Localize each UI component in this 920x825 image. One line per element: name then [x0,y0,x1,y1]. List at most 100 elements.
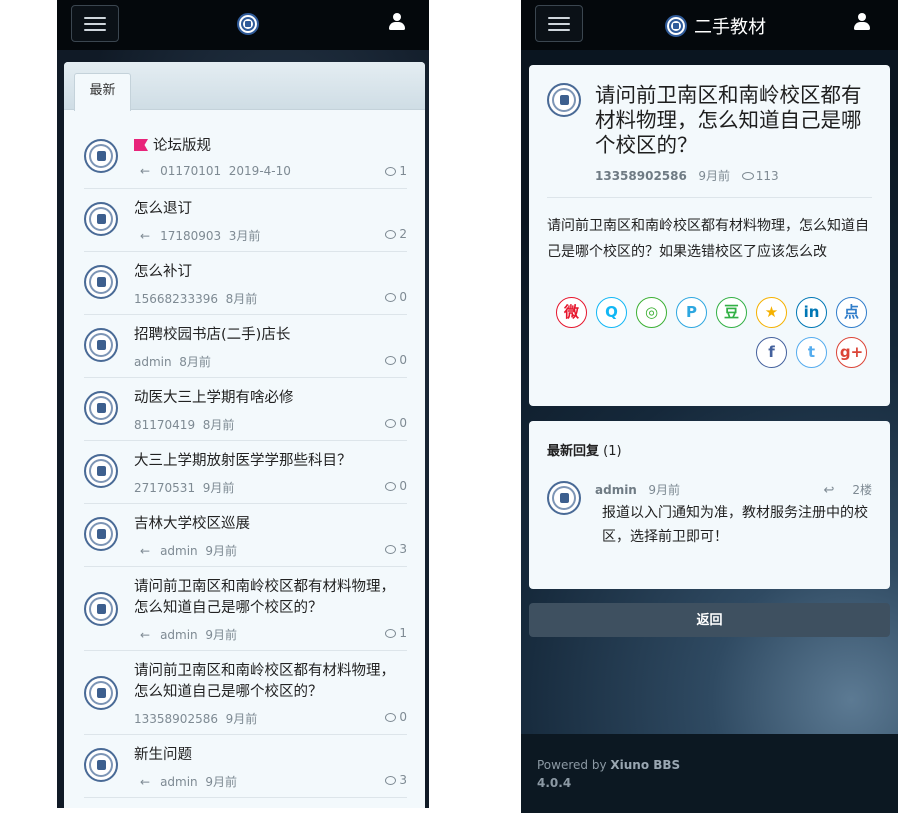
thread-row[interactable]: 请问前卫南区和南岭校区都有材料物理，怎么知道自己是哪个校区的？ 133589025… [84,651,407,735]
back-button[interactable]: 返回 [529,603,890,637]
thread-title-text: 大三上学期放射医学学那些科目？ [134,453,352,469]
thread-row[interactable]: 请问前卫南区和南岭校区都有材料物理，怎么知道自己是哪个校区的？ ← admin 9月… [84,567,407,651]
site-logo[interactable] [665,15,687,37]
author-avatar[interactable] [84,265,118,299]
thread-time: 8月前 [202,418,235,432]
thread-meta: admin 8月前 [134,353,211,370]
thread-meta: ← 01170101 2019-4-10 [134,164,291,178]
thread-title[interactable]: 新生问题 [134,745,405,766]
thread-row[interactable]: 论坛版规 ← 01170101 2019-4-10 1 [84,126,407,189]
reply-count: 3 [385,542,407,556]
thread-title[interactable]: 请问前卫南区和南岭校区都有材料物理，怎么知道自己是哪个校区的？ [134,577,405,619]
thread-title-text: 论坛版规 [153,138,211,154]
thread-title[interactable]: 怎么补订 [134,262,405,283]
reply-count-value: 0 [399,290,407,304]
google-plus-icon[interactable]: g+ [836,337,867,368]
reply-count: 3 [385,773,407,787]
wechat-icon[interactable]: ◎ [636,297,667,328]
author-avatar[interactable] [84,391,118,425]
reply-author[interactable]: admin [595,483,637,497]
tab-latest[interactable]: 最新 [74,73,131,111]
thread-row[interactable]: 动医大三上学期有啥必修 81170419 8月前 0 [84,378,407,441]
post-title: 请问前卫南区和南岭校区都有材料物理，怎么知道自己是哪个校区的？ [595,83,862,157]
thread-time: 3月前 [228,229,261,243]
facebook-icon[interactable]: f [756,337,787,368]
reply-count: 1 [385,164,407,178]
thread-title[interactable]: 论坛版规 [134,136,405,157]
thread-title-text: 请问前卫南区和南岭校区都有材料物理，怎么知道自己是哪个校区的？ [134,663,395,700]
thread-title[interactable]: 怎么退订 [134,199,405,220]
site-title[interactable]: 二手教材 [694,13,766,39]
last-reply-arrow-icon: ← [140,164,151,178]
qzone-icon[interactable]: ★ [756,297,787,328]
author-avatar[interactable] [84,454,118,488]
thread-author[interactable]: 81170419 [134,418,195,432]
menu-toggle-button[interactable] [71,5,119,42]
thread-row[interactable]: 新生问题 ← admin 9月前 3 [84,735,407,798]
post-author[interactable]: 13358902586 [595,169,687,183]
thread-author[interactable]: 27170531 [134,481,195,495]
author-avatar[interactable] [84,328,118,362]
thread-time: 9月前 [205,544,237,558]
diandian-icon[interactable]: 点 [836,297,867,328]
reply-avatar[interactable] [547,481,581,515]
reply-count: 0 [385,290,407,304]
author-avatar[interactable] [84,592,118,626]
thread-title[interactable]: 大三上学期放射医学学那些科目？ [134,451,405,472]
thread-row[interactable]: 怎么退订 ← 17180903 3月前 2 [84,189,407,252]
thread-meta: ← admin 9月前 [134,542,237,559]
reply-arrow-icon[interactable]: ↩ [823,483,834,498]
reply-meta: admin 9月前 [595,481,680,498]
thread-row[interactable]: 大三上学期放射医学学那些科目？ 27170531 9月前 0 [84,441,407,504]
thread-author[interactable]: 17180903 [160,229,221,243]
thread-author[interactable]: admin [134,355,172,369]
footer-powered: Powered by Xiuno BBS [537,758,680,772]
pinned-flag-icon [134,139,148,151]
thread-time: 8月前 [179,355,211,369]
reply-count-value: 1 [399,626,407,640]
thread-row[interactable]: 怎么补订 15668233396 8月前 0 [84,252,407,315]
reply-count-value: 0 [399,710,407,724]
author-avatar[interactable] [84,139,118,173]
thread-list-card: 最新 论坛版规 ← 01170101 2019-4-10 1 怎么退订 ← 17180903… [64,62,425,808]
reply-count-value: 1 [399,164,407,178]
menu-toggle-button[interactable] [535,5,583,42]
product-link[interactable]: Xiuno BBS [610,758,680,772]
qq-icon[interactable]: Q [596,297,627,328]
douban-icon[interactable]: 豆 [716,297,747,328]
thread-title[interactable]: 请问前卫南区和南岭校区都有材料物理，怎么知道自己是哪个校区的？ [134,661,405,703]
thread-author[interactable]: admin [160,628,198,642]
weibo-icon[interactable]: 微 [556,297,587,328]
twitter-icon[interactable]: t [796,337,827,368]
author-avatar[interactable] [84,748,118,782]
last-reply-arrow-icon: ← [140,775,151,789]
author-avatar[interactable] [84,202,118,236]
thread-time: 2019-4-10 [228,164,291,178]
author-avatar[interactable] [84,517,118,551]
pinterest-icon[interactable]: P [676,297,707,328]
site-logo[interactable] [237,13,259,35]
linkedin-icon[interactable]: in [796,297,827,328]
reply-body: 报道以入门通知为准，教材服务注册中的校区，选择前卫即可！ [602,505,868,545]
thread-title[interactable]: 动医大三上学期有啥必修 [134,388,405,409]
forum-list-screen: 最新 论坛版规 ← 01170101 2019-4-10 1 怎么退订 ← 17180903… [57,0,429,808]
user-icon[interactable] [854,13,870,31]
thread-author[interactable]: 13358902586 [134,712,218,726]
thread-row[interactable]: 招聘校园书店(二手)店长 admin 8月前 0 [84,315,407,378]
user-icon[interactable] [389,13,405,31]
thread-title[interactable]: 吉林大学校区巡展 [134,514,405,535]
thread-author[interactable]: admin [160,775,198,789]
author-avatar[interactable] [84,676,118,710]
reply-time: 9月前 [648,483,680,497]
top-navbar: 二手教材 [521,0,898,50]
eye-icon [741,172,754,180]
thread-author[interactable]: admin [160,544,198,558]
thread-author[interactable]: 15668233396 [134,292,218,306]
thread-title[interactable]: 招聘校园书店(二手)店长 [134,325,405,346]
thread-title-text: 怎么退订 [134,201,192,217]
post-time: 9月前 [698,169,730,183]
thread-row[interactable]: 吉林大学校区巡展 ← admin 9月前 3 [84,504,407,567]
author-avatar[interactable] [547,83,581,117]
reply-count: 0 [385,479,407,493]
thread-author[interactable]: 01170101 [160,164,221,178]
